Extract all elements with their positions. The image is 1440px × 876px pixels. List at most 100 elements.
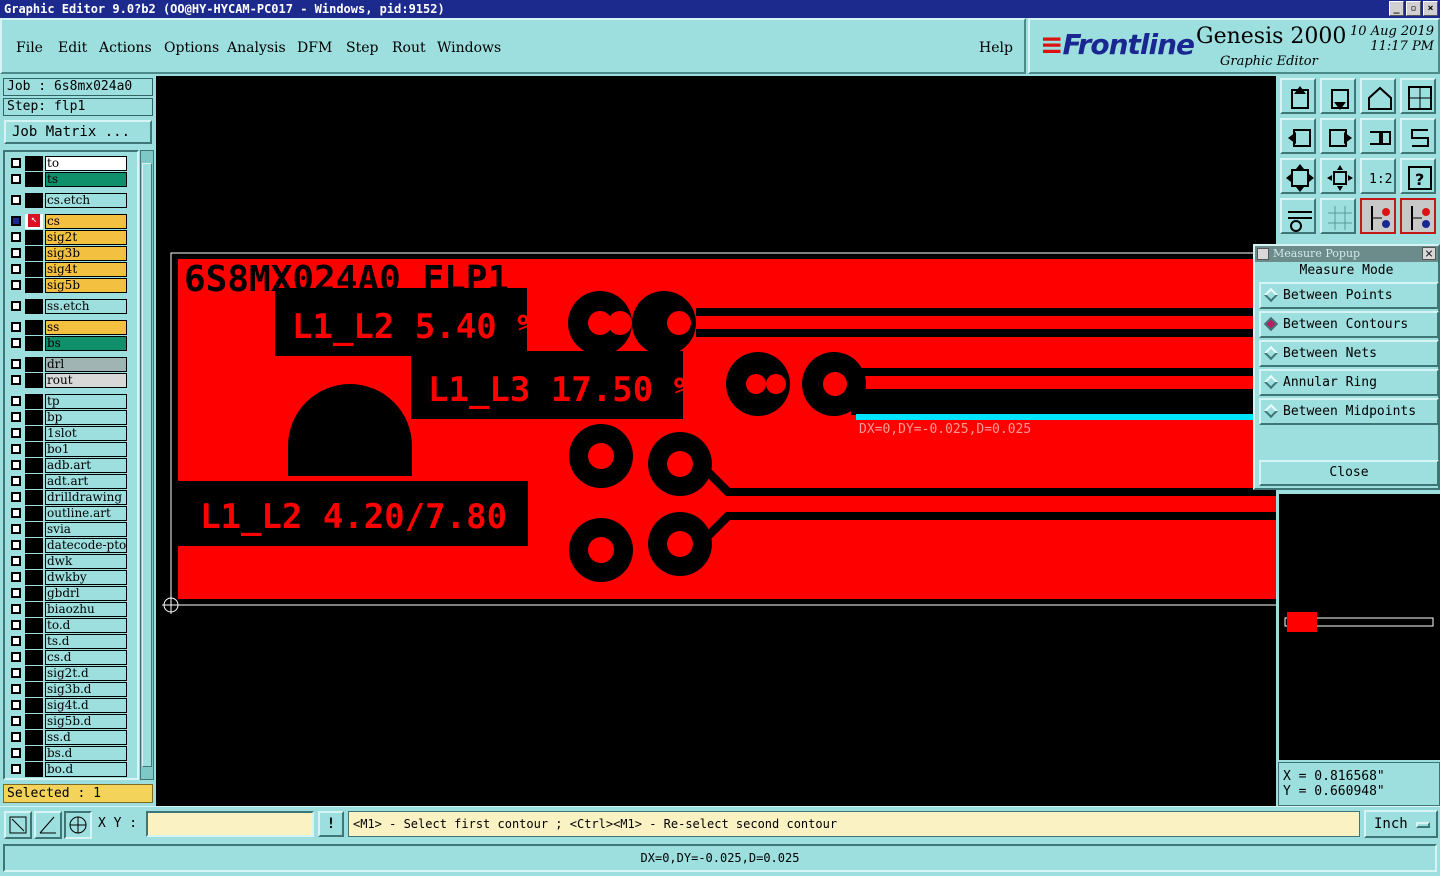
layer-checkbox[interactable]: [11, 195, 21, 205]
pan-left-button[interactable]: [1280, 118, 1316, 154]
layer-name[interactable]: dwk: [45, 554, 127, 569]
layer-checkbox[interactable]: [11, 604, 21, 614]
layer-checkbox[interactable]: [11, 460, 21, 470]
layer-row[interactable]: 1slot: [9, 426, 129, 441]
layer-checkbox[interactable]: [11, 375, 21, 385]
menu-step[interactable]: Step: [346, 40, 378, 56]
angle-mode-button[interactable]: [34, 811, 62, 839]
layer-name[interactable]: sig5b: [45, 278, 127, 293]
layer-name[interactable]: sig4t: [45, 262, 127, 277]
grid-snap-button[interactable]: [64, 811, 92, 839]
overview-map[interactable]: [1278, 494, 1440, 760]
layer-row[interactable]: tp: [9, 394, 129, 409]
layer-name[interactable]: ss: [45, 320, 127, 335]
layer-name[interactable]: svia: [45, 522, 127, 537]
snap-alt-button[interactable]: [1400, 198, 1436, 234]
option-between-points[interactable]: Between Points: [1259, 282, 1439, 309]
layer-checkbox[interactable]: [11, 301, 21, 311]
layer-swatch[interactable]: [25, 320, 43, 335]
option-between-contours[interactable]: Between Contours: [1259, 311, 1439, 338]
layer-swatch[interactable]: [25, 193, 43, 208]
layer-row[interactable]: svia: [9, 522, 129, 537]
layer-swatch[interactable]: [25, 426, 43, 441]
layer-row[interactable]: adb.art: [9, 458, 129, 473]
layer-swatch[interactable]: [25, 230, 43, 245]
layer-row[interactable]: sig5b.d: [9, 714, 129, 729]
layer-name[interactable]: sig3b.d: [45, 682, 127, 697]
maximize-button[interactable]: ▫: [1406, 1, 1421, 16]
layer-row[interactable]: outline.art: [9, 506, 129, 521]
layer-checkbox[interactable]: [11, 280, 21, 290]
layer-row[interactable]: ts.d: [9, 634, 129, 649]
option-between-midpoints[interactable]: Between Midpoints: [1259, 398, 1439, 425]
layer-swatch[interactable]: [25, 278, 43, 293]
layer-swatch[interactable]: [25, 172, 43, 187]
layer-name[interactable]: outline.art: [45, 506, 127, 521]
menu-dfm[interactable]: DFM: [297, 40, 332, 56]
layer-checkbox[interactable]: [11, 396, 21, 406]
layer-swatch[interactable]: [25, 506, 43, 521]
popup-close-button[interactable]: Close: [1259, 460, 1439, 486]
layer-checkbox[interactable]: [11, 428, 21, 438]
layer-row[interactable]: drl: [9, 357, 129, 372]
layer-swatch[interactable]: [25, 299, 43, 314]
layer-row[interactable]: sig2t.d: [9, 666, 129, 681]
layer-name[interactable]: bo1: [45, 442, 127, 457]
layer-checkbox[interactable]: [11, 216, 21, 226]
layer-swatch[interactable]: [25, 570, 43, 585]
layer-name[interactable]: ss.etch: [45, 299, 127, 314]
layer-checkbox[interactable]: [11, 556, 21, 566]
layer-checkbox[interactable]: [11, 716, 21, 726]
layer-row[interactable]: sig3b: [9, 246, 129, 261]
layer-name[interactable]: to: [45, 156, 127, 171]
layer-checkbox[interactable]: [11, 232, 21, 242]
layer-name[interactable]: ts.d: [45, 634, 127, 649]
layer-swatch[interactable]: [25, 490, 43, 505]
graphics-canvas[interactable]: 6S8MX024A0 FLP1 L1_L2 5.40 % L1_L3 17.50…: [156, 76, 1276, 806]
menu-help[interactable]: Help: [979, 40, 1013, 56]
close-window-button[interactable]: ×: [1423, 1, 1438, 16]
layer-swatch[interactable]: [25, 762, 43, 777]
pan-back-button[interactable]: [1360, 118, 1396, 154]
layer-name[interactable]: sig5b.d: [45, 714, 127, 729]
layer-row[interactable]: ss.etch: [9, 299, 129, 314]
layer-swatch[interactable]: [25, 246, 43, 261]
layer-swatch[interactable]: [25, 357, 43, 372]
board-view[interactable]: 6S8MX024A0 FLP1 L1_L2 5.40 % L1_L3 17.50…: [156, 76, 1276, 806]
layer-row[interactable]: cs.etch: [9, 193, 129, 208]
snap-mode-button[interactable]: [4, 811, 32, 839]
layer-name[interactable]: sig2t.d: [45, 666, 127, 681]
layer-name[interactable]: drl: [45, 357, 127, 372]
layer-name[interactable]: bs.d: [45, 746, 127, 761]
layer-swatch[interactable]: [25, 698, 43, 713]
menu-actions[interactable]: Actions: [99, 40, 152, 56]
popup-menu-icon[interactable]: [1257, 248, 1269, 260]
scale-1-2-button[interactable]: 1:2: [1360, 158, 1396, 194]
layer-checkbox[interactable]: [11, 476, 21, 486]
layer-name[interactable]: dwkby: [45, 570, 127, 585]
layer-swatch[interactable]: [25, 746, 43, 761]
layer-checkbox[interactable]: [11, 764, 21, 774]
layer-swatch[interactable]: ↖: [25, 214, 43, 229]
layer-name[interactable]: adb.art: [45, 458, 127, 473]
layer-checkbox[interactable]: [11, 748, 21, 758]
layer-row[interactable]: ss.d: [9, 730, 129, 745]
layer-row[interactable]: to: [9, 156, 129, 171]
layer-swatch[interactable]: [25, 156, 43, 171]
layer-swatch[interactable]: [25, 538, 43, 553]
layer-row[interactable]: adt.art: [9, 474, 129, 489]
layer-swatch[interactable]: [25, 586, 43, 601]
layer-checkbox[interactable]: [11, 668, 21, 678]
zoom-next-button[interactable]: [1320, 78, 1356, 114]
layer-swatch[interactable]: [25, 410, 43, 425]
layer-row[interactable]: bs: [9, 336, 129, 351]
layer-name[interactable]: to.d: [45, 618, 127, 633]
menu-file[interactable]: File: [16, 40, 43, 56]
layer-checkbox[interactable]: [11, 572, 21, 582]
layer-checkbox[interactable]: [11, 158, 21, 168]
layer-checkbox[interactable]: [11, 620, 21, 630]
layer-row[interactable]: sig5b: [9, 278, 129, 293]
layer-name[interactable]: cs: [45, 214, 127, 229]
option-annular-ring[interactable]: Annular Ring: [1259, 369, 1439, 396]
xy-input[interactable]: [146, 811, 314, 837]
